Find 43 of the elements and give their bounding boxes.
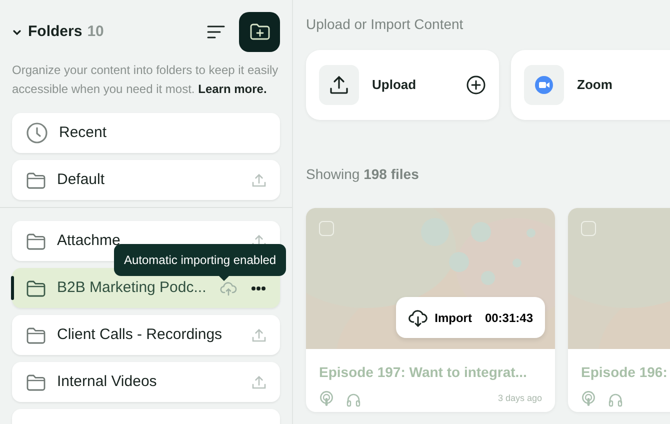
headphones-icon: [346, 392, 361, 406]
folder-item[interactable]: Recent: [12, 113, 280, 153]
folder-icon: [26, 232, 46, 250]
chevron-down-icon[interactable]: [12, 28, 22, 36]
folder-plus-icon: [248, 23, 270, 41]
sort-button[interactable]: [207, 25, 225, 39]
upload-icon: [329, 75, 349, 95]
new-folder-button[interactable]: [239, 12, 280, 52]
file-title: Episode 197: Want to integrat...: [319, 363, 528, 382]
folders-description: Organize your content into folders to keep it easily accessible when you need it most. Learn more.: [12, 62, 280, 98]
file-count: Showing 198 files: [306, 165, 420, 184]
cloud-download-icon: [408, 308, 428, 326]
checkbox[interactable]: [319, 221, 334, 236]
import-source-card[interactable]: Upload: [306, 50, 499, 120]
upload-icon: [252, 328, 266, 342]
checkbox[interactable]: [581, 221, 596, 236]
video-camera-icon: [535, 76, 553, 94]
upload-icon: [252, 374, 266, 390]
folder-icon: [26, 280, 46, 296]
sidebar-title: Folders: [28, 22, 82, 42]
file-title: Episode 196:: [581, 363, 668, 382]
folder-icon: [26, 374, 46, 390]
sort-icon: [207, 25, 225, 39]
file-age: 3 days ago: [498, 392, 542, 406]
folder-icon: [26, 326, 46, 344]
more-icon[interactable]: [251, 286, 266, 290]
upload-icon: [252, 172, 266, 188]
folder-icon: [26, 172, 46, 188]
podcast-icon: [581, 391, 596, 407]
headphones-icon: [608, 392, 623, 406]
clock-icon: [26, 122, 48, 144]
learn-more-link[interactable]: Learn more.: [198, 82, 267, 96]
import-button[interactable]: Import 00:31:43: [396, 297, 545, 338]
section-heading: Upload or Import Content: [306, 15, 464, 34]
import-source-card[interactable]: Zoom: [511, 50, 670, 120]
folder-count: 10: [87, 22, 104, 42]
tooltip: Automatic importing enabled: [114, 244, 286, 276]
folder-item[interactable]: Internal Videos: [12, 362, 280, 402]
file-card[interactable]: Import 00:31:43 Episode 197: Want to integrat... 3 days ago: [306, 208, 555, 412]
folder-item[interactable]: Client Calls - Recordings: [12, 315, 280, 355]
folder-item[interactable]: Default: [12, 160, 280, 200]
plus-circle-icon[interactable]: [466, 75, 486, 95]
podcast-icon: [319, 391, 334, 407]
